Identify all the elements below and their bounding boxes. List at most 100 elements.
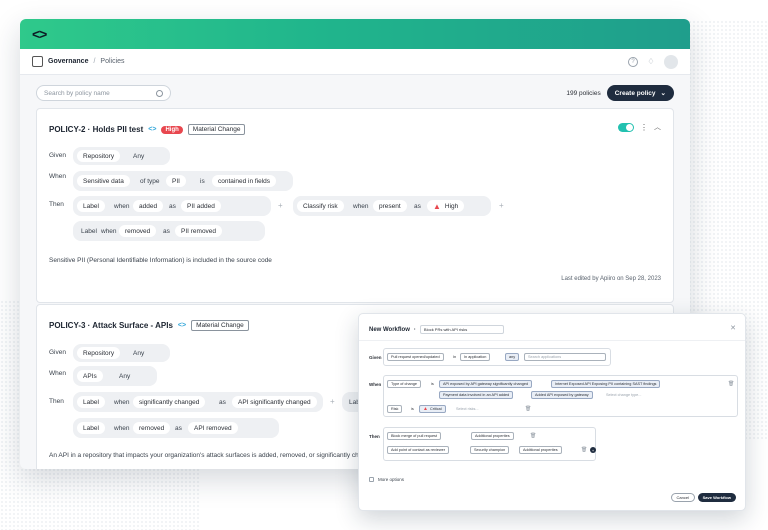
delete-icon[interactable]: 🗑 [581, 447, 587, 453]
when-type[interactable]: PII [166, 175, 186, 187]
change-type-chip[interactable]: API exposed by API gateway significantly… [439, 380, 533, 388]
policy-title: POLICY-2 · Holds PII test [49, 125, 144, 134]
additional-properties-select[interactable]: Additional properties [519, 446, 562, 454]
action-state[interactable]: removed [133, 422, 171, 434]
change-type-field[interactable]: Type of change [387, 380, 421, 388]
action-value[interactable]: API removed [188, 422, 238, 434]
action-state[interactable]: significantly changed [133, 396, 206, 408]
risk-level: High [444, 202, 459, 210]
avatar[interactable] [664, 54, 678, 69]
policy-card[interactable]: POLICY-2 · Holds PII test <> High Materi… [36, 108, 674, 303]
when-condition[interactable]: contained in fields [212, 175, 277, 187]
delete-icon[interactable]: 🗑 [530, 433, 536, 439]
action-label[interactable]: Label [77, 396, 105, 408]
action-as: as [163, 227, 170, 235]
risk-value[interactable]: ▲ High [427, 200, 465, 212]
action-label[interactable]: Classify risk [297, 200, 344, 212]
action-when: when [114, 202, 130, 210]
when-label: When [49, 173, 66, 180]
when-subject[interactable]: APIs [77, 370, 103, 382]
search-icon [156, 89, 163, 97]
add-icon[interactable]: + [499, 201, 504, 210]
action-value[interactable]: API significantly changed [232, 396, 317, 408]
workflow-name-input[interactable]: Block PRs with API risks [419, 325, 504, 334]
title-separator: · [413, 326, 416, 333]
create-policy-button[interactable]: Create policy ⌄ [606, 85, 674, 101]
when-value[interactable]: Any [119, 370, 130, 382]
risk-chip-label: Critical [429, 407, 442, 411]
collapse-icon[interactable]: ︿ [654, 122, 661, 132]
close-icon[interactable]: ✕ [730, 324, 736, 332]
new-workflow-dialog: New Workflow · Block PRs with API risks … [358, 313, 746, 511]
code-icon: <> [148, 126, 157, 133]
action-state[interactable]: present [373, 200, 407, 212]
when-is: is [200, 177, 205, 185]
action-state[interactable]: removed [119, 225, 157, 237]
given-label: Given [369, 355, 382, 360]
more-options-label: More options [378, 477, 405, 482]
trigger-select[interactable]: Pull request opened/updated [387, 353, 444, 361]
dialog-title-text: New Workflow [369, 326, 410, 333]
risk-field[interactable]: Risk [387, 405, 403, 413]
action-value[interactable]: PII removed [175, 225, 223, 237]
given-value[interactable]: Any [133, 150, 144, 162]
help-icon[interactable]: ? [628, 56, 638, 67]
when-oftype: of type [140, 177, 160, 185]
dialog-title: New Workflow · Block PRs with API risks [369, 325, 504, 334]
governance-icon [32, 56, 43, 67]
change-type-chip[interactable]: Payment data involved in an API added [439, 391, 514, 399]
risk-chip[interactable]: ▲ Critical [419, 405, 446, 413]
action-value[interactable]: PII added [181, 200, 221, 212]
action-state[interactable]: added [133, 200, 164, 212]
more-options-icon[interactable]: ⋮ [640, 123, 648, 132]
logo-icon: <> [32, 26, 47, 42]
given-in: In [453, 355, 457, 359]
risk-placeholder[interactable]: Select risks... [456, 405, 479, 413]
given-label: Given [49, 349, 66, 356]
action-select[interactable]: Add point of contact as reviewer [387, 446, 450, 454]
policy-controls: ⋮ ︿ [618, 122, 661, 132]
when-label: When [49, 370, 66, 377]
action-when: when [114, 398, 130, 406]
given-field[interactable]: Repository [77, 150, 121, 162]
risk-is: is [411, 407, 414, 411]
add-icon[interactable]: + [278, 201, 283, 210]
breadcrumb-policies: Policies [100, 58, 125, 65]
add-icon[interactable]: + [330, 397, 335, 406]
material-change-tag: Material Change [187, 124, 246, 135]
search-input[interactable]: Search by policy name [36, 85, 171, 101]
breadcrumb-governance[interactable]: Governance [48, 58, 88, 65]
cancel-button[interactable]: Cancel [670, 493, 695, 502]
given-value[interactable]: Any [133, 347, 144, 359]
delete-icon[interactable]: 🗑 [525, 406, 531, 412]
action-when: when [101, 227, 117, 235]
action-select[interactable]: Block merge of pull request [387, 432, 442, 440]
add-action-icon[interactable]: + [590, 447, 596, 453]
more-options-checkbox[interactable] [369, 477, 374, 482]
action-label[interactable]: Label [77, 200, 105, 212]
action-label[interactable]: Label [77, 422, 105, 434]
action-as: as [414, 202, 421, 210]
reviewer-select[interactable]: Security champion [470, 446, 510, 454]
when-subject[interactable]: Sensitive data [77, 175, 130, 187]
given-field[interactable]: Repository [77, 347, 121, 359]
more-options-row[interactable]: More options [369, 477, 404, 482]
notifications-icon[interactable]: ♢ [646, 57, 656, 67]
breadcrumb: Governance / Policies ? ♢ [20, 49, 690, 75]
any-chip[interactable]: any [505, 353, 520, 361]
action-label[interactable]: Label [81, 225, 97, 237]
then-label: Then [49, 398, 64, 405]
change-type-chip[interactable]: Internet Exposed API Exposing PII contai… [551, 380, 661, 388]
policy-enabled-toggle[interactable] [618, 122, 634, 132]
change-type-chip[interactable]: Added API exposed by gateway [531, 391, 593, 399]
search-applications-placeholder: Search applications [528, 355, 562, 359]
scope-select[interactable]: In application [460, 353, 491, 361]
change-type-placeholder[interactable]: Select change type... [606, 391, 641, 399]
additional-properties-select[interactable]: Additional properties [471, 432, 514, 440]
when-is: is [431, 382, 434, 386]
search-applications-input[interactable]: Search applications [524, 353, 606, 361]
divider [359, 340, 745, 341]
delete-icon[interactable]: 🗑 [728, 381, 734, 387]
policy-description: Sensitive PII (Personal Identifiable Inf… [49, 257, 272, 264]
save-workflow-button[interactable]: Save Workflow [697, 493, 736, 502]
